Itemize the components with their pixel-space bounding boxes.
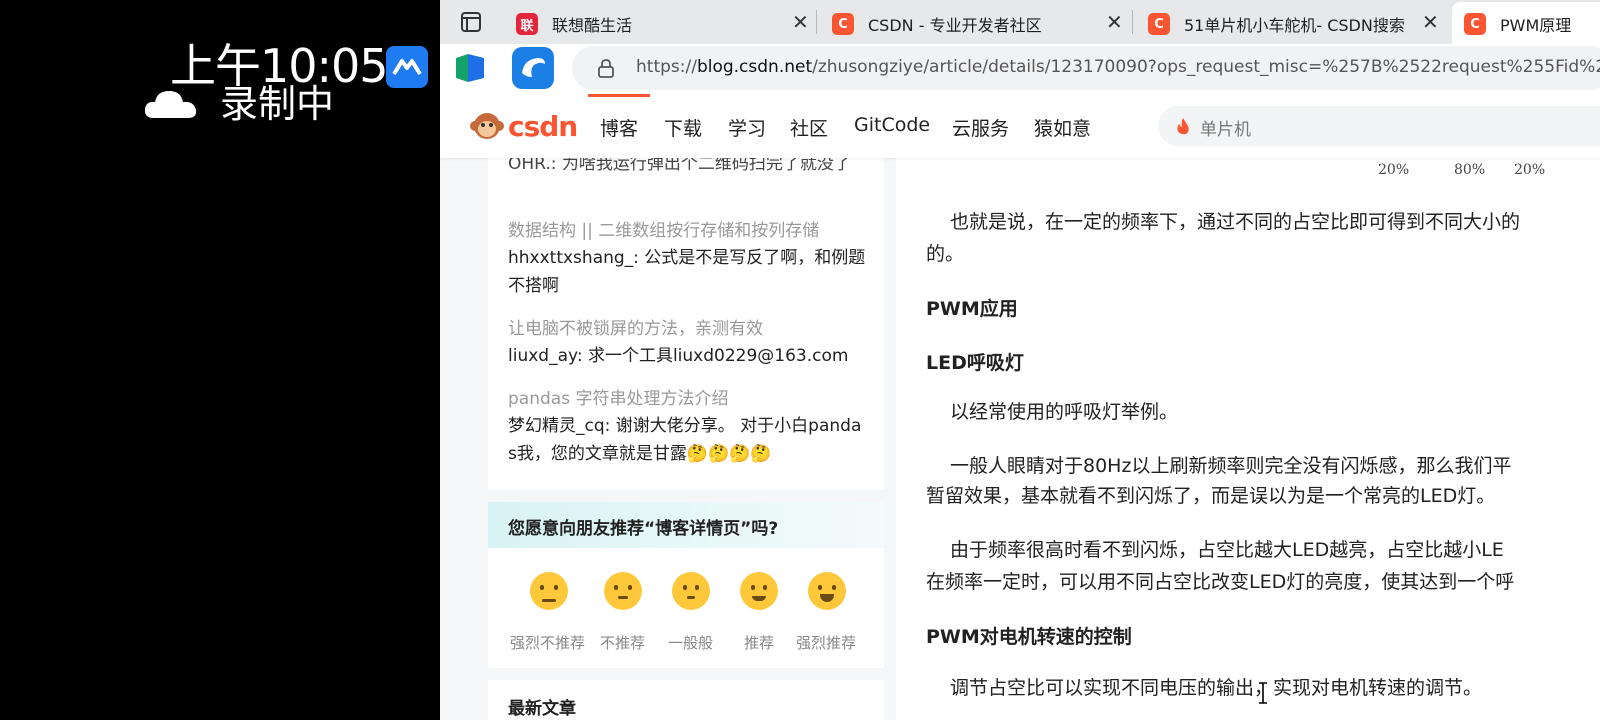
angry-face-icon[interactable] — [530, 572, 568, 610]
paragraph: 由于频率很高时看不到闪烁，占空比越大LED越亮，占空比越小LE — [950, 539, 1504, 561]
nav-blog[interactable]: 博客 — [600, 114, 638, 141]
latest-articles-title: 最新文章 — [508, 699, 576, 719]
tab-title: CSDN - 专业开发者社区 — [868, 16, 1042, 35]
csdn-favicon-icon: C — [832, 13, 854, 35]
figure-label: 20% — [1378, 162, 1410, 178]
nav-learn[interactable]: 学习 — [728, 114, 766, 141]
tab-title: 51单片机小车舵机- CSDN搜索 — [1184, 16, 1405, 35]
screen-recorder-overlay: 上午10:05 录制中 — [0, 0, 440, 720]
paragraph: 在频率一定时，可以用不同占空比改变LED灯的亮度，使其达到一个呼 — [926, 571, 1515, 593]
meeting-app-icon[interactable] — [386, 46, 428, 88]
browser-window: 联 联想酷生活 ✕ C CSDN - 专业开发者社区 ✕ C 51单片机小车舵机… — [440, 0, 1600, 720]
paragraph: 暂留效果，基本就看不到闪烁了，而是误以为是一个常亮的LED灯。 — [926, 485, 1496, 507]
tab-csdn-search[interactable]: C 51单片机小车舵机- CSDN搜索 ✕ — [1148, 6, 1439, 42]
latest-articles-card: 最新文章 — [488, 680, 884, 720]
nav-download[interactable]: 下载 — [664, 114, 702, 141]
figure-label: 80% — [1454, 162, 1486, 178]
tab-csdn-home[interactable]: C CSDN - 专业开发者社区 ✕ — [832, 6, 1123, 42]
nav-gitcode[interactable]: GitCode — [854, 114, 930, 136]
nav-community[interactable]: 社区 — [790, 114, 828, 141]
survey-option-label[interactable]: 强烈推荐 — [796, 632, 856, 653]
url-text[interactable]: https://blog.csdn.net/zhusongziye/articl… — [636, 57, 1600, 77]
csdn-logo[interactable]: CSDN — [470, 108, 578, 144]
extension-icon[interactable] — [450, 48, 490, 88]
comment-article-title[interactable]: 让电脑不被锁屏的方法，亲测有效 — [508, 314, 763, 339]
comment-body[interactable]: hhxxttxshang_: 公式是不是写反了啊，和例题不搭啊 — [508, 244, 868, 300]
fire-icon — [1177, 118, 1189, 135]
close-icon[interactable]: ✕ — [1106, 10, 1123, 34]
article-content: 20% 80% 20% 也就是说，在一定的频率下，通过不同的占空比即可得到不同大… — [896, 158, 1600, 720]
comment-body[interactable]: liuxd_ay: 求一个工具liuxd0229@163.com — [508, 342, 848, 370]
paragraph: 一般人眼睛对于80Hz以上刷新频率则完全没有闪烁感，那么我们平 — [950, 455, 1512, 477]
tab-separator — [816, 10, 817, 34]
csdn-favicon-icon: C — [1148, 13, 1170, 35]
browser-toolbar: https://blog.csdn.net/zhusongziye/articl… — [440, 44, 1600, 94]
close-icon[interactable]: ✕ — [1422, 10, 1439, 34]
text-cursor-icon — [1259, 682, 1267, 704]
csdn-favicon-icon: C — [1464, 13, 1486, 35]
paragraph: 以经常使用的呼吸灯举例。 — [950, 401, 1179, 423]
tab-actions-icon[interactable] — [460, 11, 482, 33]
nav-cloud[interactable]: 云服务 — [952, 114, 1009, 141]
csdn-top-nav: CSDN 博客 下载 学习 社区 GitCode 云服务 猿如意 单片机 — [440, 94, 1600, 158]
tab-title: 联想酷生活 — [552, 16, 633, 35]
comment-article-title[interactable]: 数据结构 || 二维数组按行存储和按列存储 — [508, 216, 819, 241]
lock-icon[interactable] — [596, 58, 616, 78]
tab-pwm-article[interactable]: C PWM原理 — [1464, 6, 1571, 42]
lenovo-favicon-icon: 联 — [516, 13, 538, 35]
search-placeholder: 单片机 — [1200, 120, 1251, 140]
tab-lenovo[interactable]: 联 联想酷生活 ✕ — [516, 6, 809, 42]
tab-separator — [1132, 10, 1133, 34]
search-input[interactable]: 单片机 — [1158, 106, 1600, 146]
recording-status: 录制中 — [220, 82, 335, 126]
tab-bar: 联 联想酷生活 ✕ C CSDN - 专业开发者社区 ✕ C 51单片机小车舵机… — [440, 0, 1600, 44]
survey-option-label[interactable]: 推荐 — [744, 632, 774, 653]
recent-comments-card: OHR.: 为啥我运行弹出个二维码扫完了就没了 数据结构 || 二维数组按行存储… — [488, 154, 884, 490]
monkey-logo-icon — [470, 113, 504, 139]
comment-article-title[interactable]: pandas 字符串处理方法介绍 — [508, 384, 728, 409]
csdn-wordmark: CSDN — [508, 109, 578, 143]
tab-title: PWM原理 — [1500, 16, 1572, 35]
neutral-face-icon[interactable] — [672, 572, 710, 610]
recommend-survey-card: 您愿意向朋友推荐“博客详情页”吗? 强烈不推荐 不推荐 一般般 推荐 强烈推荐 — [488, 502, 884, 668]
survey-option-label[interactable]: 一般般 — [668, 632, 713, 653]
section-heading: LED呼吸灯 — [926, 352, 1024, 374]
survey-header: 您愿意向朋友推荐“博客详情页”吗? — [488, 502, 884, 548]
section-heading: PWM应用 — [926, 298, 1018, 320]
unhappy-face-icon[interactable] — [604, 572, 642, 610]
dolphin-extension-icon[interactable] — [512, 47, 554, 89]
csdn-page: CSDN 博客 下载 学习 社区 GitCode 云服务 猿如意 单片机 OHR… — [440, 94, 1600, 720]
close-icon[interactable]: ✕ — [792, 10, 809, 34]
survey-option-label[interactable]: 不推荐 — [600, 632, 645, 653]
survey-question: 您愿意向朋友推荐“博客详情页”吗? — [508, 519, 779, 539]
laugh-face-icon[interactable] — [808, 572, 846, 610]
survey-option-label[interactable]: 强烈不推荐 — [510, 632, 585, 653]
nav-yuanruyi[interactable]: 猿如意 — [1034, 114, 1091, 141]
paragraph: 也就是说，在一定的频率下，通过不同的占空比即可得到不同大小的 — [950, 211, 1521, 233]
figure-label: 20% — [1514, 162, 1546, 178]
section-heading: PWM对电机转速的控制 — [926, 626, 1132, 648]
comment-body[interactable]: 梦幻精灵_cq: 谢谢大佬分享。 对于小白pandas我，您的文章就是甘露🤔🤔🤔… — [508, 412, 868, 468]
cloud-icon — [144, 91, 197, 118]
smile-face-icon[interactable] — [740, 572, 778, 610]
address-bar[interactable]: https://blog.csdn.net/zhusongziye/articl… — [572, 46, 1600, 90]
paragraph: 的。 — [926, 243, 965, 265]
nav-active-indicator — [588, 94, 650, 97]
